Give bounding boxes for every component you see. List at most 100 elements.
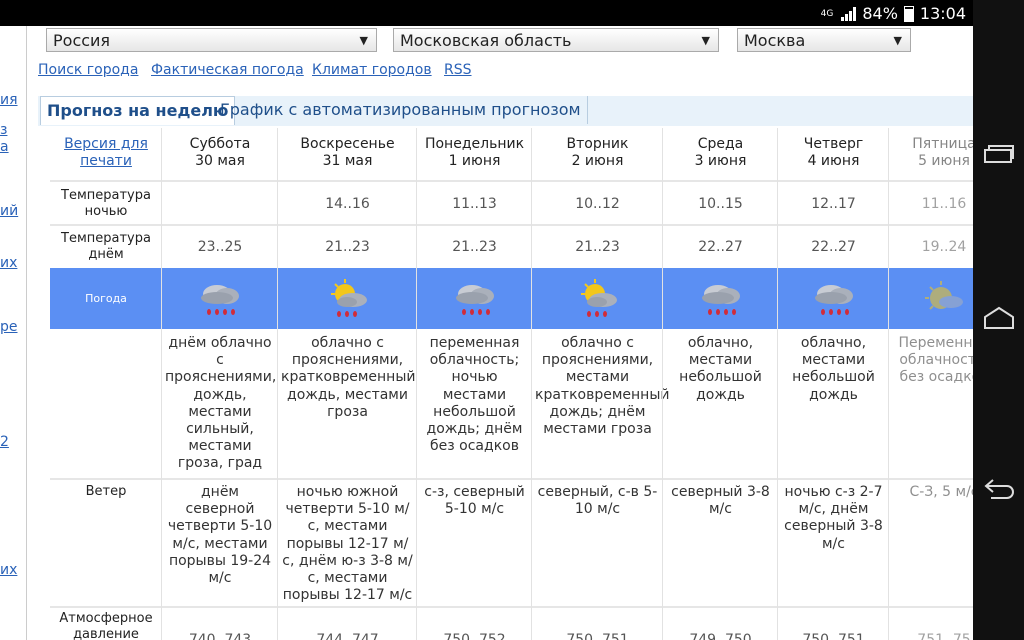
- row-label-pressure: Атмосферное давление ночью: [59, 611, 153, 640]
- battery-percent: 84%: [862, 4, 898, 23]
- wind-description: с-з, северный 5-10 м/с: [424, 484, 525, 518]
- home-icon[interactable]: [983, 306, 1015, 330]
- sidebar-link[interactable]: 2: [0, 434, 9, 450]
- city-search-link[interactable]: Поиск города: [38, 62, 138, 78]
- print-version-link[interactable]: Версия для печати: [50, 136, 162, 170]
- sidebar-link[interactable]: их: [0, 255, 17, 271]
- day-header: Четверг 4 июня: [778, 136, 889, 170]
- row-label-weather: Погода: [85, 292, 127, 305]
- sidebar-link[interactable]: их: [0, 562, 17, 578]
- day-date: 1 июня: [448, 153, 501, 169]
- region-value: Московская область: [400, 31, 572, 50]
- sun-cloud-icon: [919, 278, 969, 323]
- temp-night-value: 11..13: [452, 196, 497, 212]
- row-label-wind: Ветер: [85, 484, 127, 499]
- row-divider: [50, 224, 973, 226]
- dropdown-arrow-icon: ▼: [893, 34, 902, 47]
- day-name: Четверг: [803, 136, 864, 152]
- row-divider: [50, 180, 973, 182]
- clock: 13:04: [919, 4, 966, 23]
- temp-day-value: 19..24: [921, 239, 967, 255]
- pressure-value: 740..743: [188, 632, 252, 640]
- rain-cloud-icon: [450, 278, 500, 323]
- row-label-temp-day: Температура днём: [61, 231, 151, 262]
- recent-apps-icon[interactable]: [983, 142, 1015, 166]
- day-header: Понедельник 1 июня: [417, 136, 532, 170]
- row-divider: [50, 478, 973, 480]
- row-divider: [50, 606, 973, 608]
- temp-night-value: 10..12: [575, 196, 620, 212]
- temp-day-value: 22..27: [698, 239, 743, 255]
- weather-description: облачно с прояснениями, местами кратковр…: [535, 335, 670, 438]
- forecast-table: Версия для печати Температура ночью Темп…: [50, 128, 973, 640]
- weather-description: облачно с прояснениями, кратковременный …: [281, 335, 416, 420]
- temp-day-value: 21..23: [325, 239, 370, 255]
- sun-cloud-rain-icon: [323, 278, 373, 323]
- rain-cloud-icon: [195, 278, 245, 323]
- sidebar-link[interactable]: а: [0, 139, 9, 155]
- navigation-bar: [973, 0, 1024, 640]
- pressure-value: 749..750: [689, 632, 752, 640]
- column-divider: [161, 128, 162, 640]
- weather-description: днём облачно с прояснениями, дождь, мест…: [165, 335, 277, 472]
- rain-cloud-icon: [696, 278, 746, 323]
- weather-description: Переменная облачность, без осадков: [898, 335, 973, 386]
- pressure-value: 750..751: [802, 632, 865, 640]
- region-select[interactable]: Московская область ▼: [393, 28, 719, 52]
- temp-night-value: 14..16: [325, 196, 370, 212]
- day-name: Пятница: [912, 136, 973, 152]
- wind-description: ночью с-з 2-7 м/с, днём северный 3-8 м/с: [784, 484, 883, 552]
- status-bar: 4G 84% 13:04: [0, 0, 1024, 26]
- wind-description: северный 3-8 м/с: [671, 484, 770, 518]
- pressure-value: 750..751: [566, 632, 629, 640]
- city-climate-link[interactable]: Климат городов: [312, 62, 432, 78]
- pressure-value: 750..752: [443, 632, 506, 640]
- weather-description: переменная облачность; ночью местами неб…: [426, 335, 523, 455]
- sidebar-link[interactable]: ий: [0, 203, 18, 219]
- city-select[interactable]: Москва ▼: [737, 28, 911, 52]
- day-date: 3 июня: [694, 153, 747, 169]
- day-date: 31 мая: [322, 153, 373, 169]
- forecast-tabs: Прогноз на неделю График с автоматизиров…: [38, 96, 973, 126]
- sidebar-link[interactable]: ия: [0, 92, 18, 108]
- country-select[interactable]: Россия ▼: [46, 28, 377, 52]
- day-date: 30 мая: [195, 153, 245, 169]
- rain-cloud-icon: [809, 278, 859, 323]
- sidebar-link[interactable]: ре: [0, 319, 18, 335]
- pressure-value: 751..75: [917, 632, 971, 640]
- tab-automated-chart[interactable]: График с автоматизированным прогнозом: [214, 96, 588, 124]
- day-name: Воскресенье: [300, 136, 395, 152]
- back-icon[interactable]: [983, 476, 1015, 500]
- day-header: Пятница 5 июня: [889, 136, 973, 170]
- temp-night-value: 11..16: [921, 196, 967, 212]
- pressure-value: 744..747: [316, 632, 379, 640]
- day-header: Вторник 2 июня: [532, 136, 663, 170]
- tab-weekly-forecast[interactable]: Прогноз на неделю: [40, 96, 236, 125]
- rss-link[interactable]: RSS: [444, 62, 472, 78]
- sun-cloud-rain-icon: [573, 278, 623, 323]
- wind-description: северный, с-в 5-10 м/с: [537, 484, 658, 518]
- wind-description: днём северной четверти 5-10 м/с, местами…: [167, 484, 273, 587]
- wind-description: ночью южной четверти 5-10 м/с, местами п…: [282, 484, 413, 604]
- day-name: Суббота: [189, 136, 251, 152]
- dropdown-arrow-icon: ▼: [701, 34, 710, 47]
- day-date: 2 июня: [571, 153, 624, 169]
- day-header: Среда 3 июня: [663, 136, 778, 170]
- day-date: 4 июня: [807, 153, 860, 169]
- battery-icon: [903, 5, 914, 22]
- wind-description: С-З, 5 м/с: [909, 484, 973, 500]
- day-name: Среда: [697, 136, 744, 152]
- temp-night-value: 12..17: [811, 196, 856, 212]
- sidebar-link[interactable]: з: [0, 122, 7, 138]
- day-name: Понедельник: [424, 136, 525, 152]
- weather-description: облачно, местами небольшой дождь: [792, 335, 875, 403]
- signal-icon: [841, 6, 857, 21]
- temp-night-value: 10..15: [698, 196, 743, 212]
- temp-day-value: 21..23: [452, 239, 497, 255]
- day-header: Суббота 30 мая: [162, 136, 278, 170]
- temp-day-value: 23..25: [197, 239, 243, 255]
- temp-day-value: 21..23: [575, 239, 620, 255]
- actual-weather-link[interactable]: Фактическая погода: [151, 62, 304, 78]
- country-value: Россия: [53, 31, 111, 50]
- network-type: 4G: [820, 8, 834, 19]
